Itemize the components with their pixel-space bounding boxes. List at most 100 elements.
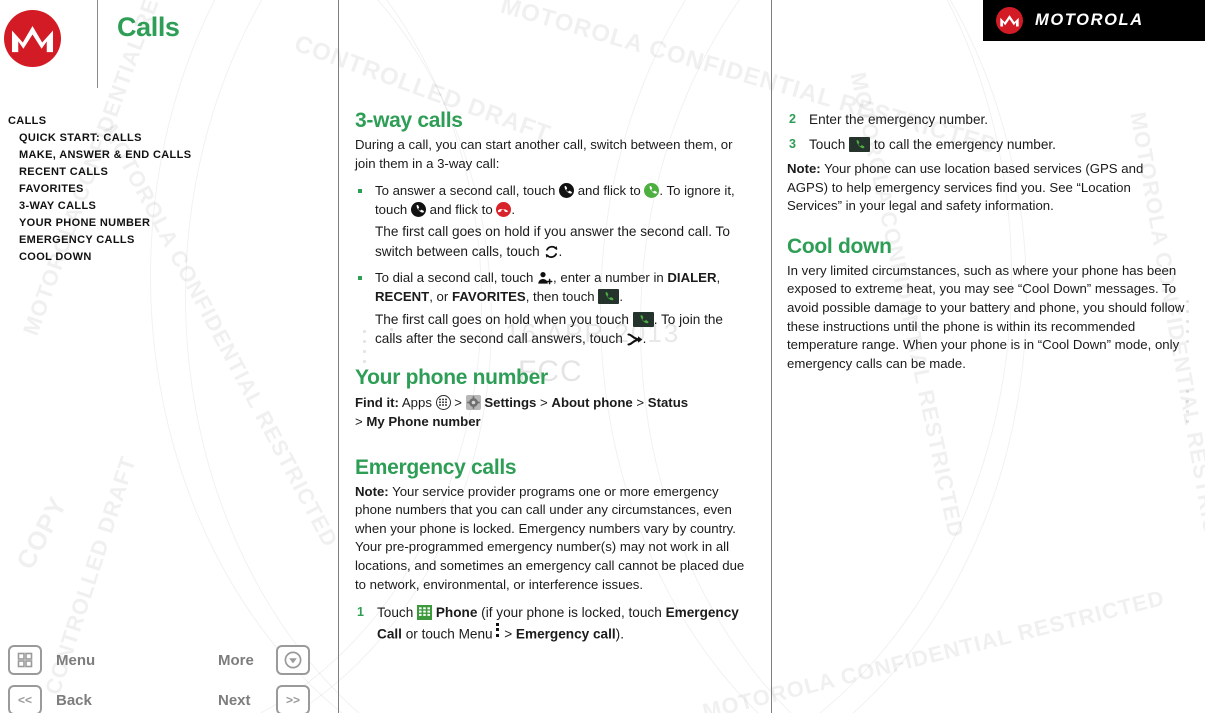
step1-part1: Touch <box>377 605 414 621</box>
step1-part2: (if your phone is locked, touch <box>481 605 662 621</box>
double-left-chevron-icon[interactable]: << <box>8 685 42 713</box>
step3-part1: Touch <box>809 136 846 152</box>
sidebar-item-3-way-calls[interactable]: 3-WAY CALLS <box>19 198 318 215</box>
manual-page: MOTOROLA CONFIDENTIAL RESTRICTED MOTOROL… <box>0 0 1205 713</box>
chevron-down-circle-icon[interactable] <box>276 645 310 675</box>
find-it-path: Find it: Apps > Settings > About phone >… <box>355 393 753 431</box>
list-item: 1 Touch Phone (if your phone is locked, … <box>355 603 753 644</box>
grid-icon[interactable] <box>8 645 42 675</box>
path-sep-3: > <box>636 394 645 410</box>
phone-app-label: Phone <box>435 605 478 621</box>
motorola-brand-bar: MOTOROLA <box>983 0 1205 41</box>
header-divider <box>97 0 98 88</box>
comma1: , <box>716 270 721 286</box>
step-number: 2 <box>789 112 796 126</box>
3-way-bullet-list: To answer a second call, touch and flick… <box>355 182 753 348</box>
table-of-contents[interactable]: CALLS QUICK START: CALLS MAKE, ANSWER & … <box>8 113 318 266</box>
or-text: , or <box>429 288 449 304</box>
watermark-text: COPY <box>10 491 73 575</box>
more-button-label[interactable]: More <box>218 652 254 669</box>
settings-label: Settings <box>484 394 537 410</box>
add-contact-icon <box>537 271 553 285</box>
answer-call-black-icon <box>559 183 575 199</box>
note-body: Your service provider programs one or mo… <box>355 483 745 592</box>
step1-part4: ). <box>615 626 624 642</box>
my-phone-number-label: My Phone number <box>366 413 481 429</box>
answer-call-black-icon-2 <box>410 201 426 217</box>
list-item: 2 Enter the emergency number. <box>787 110 1185 130</box>
section-heading-emergency-calls: Emergency calls <box>355 455 517 479</box>
accept-call-green-icon <box>644 183 660 199</box>
3-way-sub-text-2: The first call goes on hold when you tou… <box>355 310 753 349</box>
menu-button-label[interactable]: Menu <box>56 652 95 669</box>
green-phone-button-icon <box>598 288 620 304</box>
note-label: Note: <box>355 483 389 499</box>
3-way-intro-text: During a call, you can start another cal… <box>355 137 733 171</box>
note-body: Your phone can use location based servic… <box>787 161 1144 214</box>
note-label: Note: <box>787 161 821 176</box>
bullet1-part1: To answer a second call, touch <box>375 183 556 199</box>
sidebar-item-quick-start-calls[interactable]: QUICK START: CALLS <box>19 130 318 147</box>
green-phone-button-icon <box>849 136 871 152</box>
path-sep-2: > <box>540 394 548 410</box>
sub2-period: . <box>642 331 647 347</box>
sidebar-item-make-answer-end-calls[interactable]: MAKE, ANSWER & END CALLS <box>19 147 318 164</box>
status-label: Status <box>647 394 689 410</box>
about-phone-label: About phone <box>551 394 633 410</box>
sidebar-item-favorites[interactable]: FAVORITES <box>19 181 318 198</box>
sidebar-item-your-phone-number[interactable]: YOUR PHONE NUMBER <box>19 215 318 232</box>
section-heading-3-way-calls: 3-way calls <box>355 109 463 132</box>
section-heading-your-phone-number: Your phone number <box>355 365 548 389</box>
favorites-label: FAVORITES <box>451 288 526 304</box>
column-divider-right <box>771 0 772 713</box>
motorola-logo-icon <box>4 10 61 67</box>
next-button-label[interactable]: Next <box>218 692 251 709</box>
apps-grid-icon <box>435 394 451 410</box>
list-item: To dial a second call, touch , enter a n… <box>355 269 753 306</box>
section-heading-cool-down: Cool down <box>787 234 892 258</box>
cool-down-body: In very limited circumstances, such as w… <box>787 262 1185 371</box>
end-call-red-icon <box>496 201 512 217</box>
emergency-call-menu-label: Emergency call <box>515 626 616 642</box>
step3-part2: to call the emergency number. <box>873 136 1056 152</box>
back-glyph: << <box>17 693 32 707</box>
green-phone-button-icon-2 <box>632 311 654 327</box>
bullet1-part5: . <box>511 201 515 217</box>
sub1-period: . <box>558 243 563 259</box>
step-number: 1 <box>357 605 364 620</box>
bullet2-part2: , enter a number in <box>553 270 664 286</box>
sidebar-item-recent-calls[interactable]: RECENT CALLS <box>19 164 318 181</box>
sub2-text1: The first call goes on hold when you tou… <box>375 311 629 327</box>
merge-calls-icon <box>627 333 643 346</box>
path-sep-4: > <box>355 413 363 429</box>
motorola-m-logo-icon <box>996 7 1023 34</box>
emergency-steps-continued: 2 Enter the emergency number. 3 Touch to… <box>787 110 1185 154</box>
list-item: To answer a second call, touch and flick… <box>355 182 753 219</box>
emergency-note: Note: Your service provider programs one… <box>355 483 753 595</box>
column-divider-left <box>338 0 339 713</box>
bullet2-part4: . <box>619 288 623 304</box>
next-glyph: >> <box>285 693 300 707</box>
sidebar-item-cool-down[interactable]: COOL DOWN <box>19 249 318 266</box>
dialpad-icon <box>417 605 433 621</box>
sidebar-item-calls[interactable]: CALLS <box>8 113 318 130</box>
motorola-wordmark: MOTOROLA <box>1035 11 1144 29</box>
page-title: Calls <box>117 12 180 42</box>
sidebar-item-emergency-calls[interactable]: EMERGENCY CALLS <box>19 232 318 249</box>
bullet1-part2: and flick to <box>577 183 641 199</box>
emergency-steps: 1 Touch Phone (if your phone is locked, … <box>355 603 753 644</box>
bullet2-part3: , then touch <box>525 288 595 304</box>
bullet1-part4: and flick to <box>429 201 493 217</box>
right-content-column: 2 Enter the emergency number. 3 Touch to… <box>787 108 1185 382</box>
list-item: 3 Touch to call the emergency number. <box>787 135 1185 155</box>
back-button-label[interactable]: Back <box>56 692 92 709</box>
recent-label: RECENT <box>375 288 430 304</box>
nav-row-back-next: << Back Next >> <box>8 685 328 713</box>
dialer-label: DIALER <box>667 270 717 286</box>
step2-text: Enter the emergency number. <box>809 112 989 127</box>
apps-label: Apps <box>401 394 432 410</box>
double-right-chevron-icon[interactable]: >> <box>276 685 310 713</box>
3-way-sub-text-1: The first call goes on hold if you answe… <box>355 222 753 261</box>
main-content-column: 3-way calls During a call, you can start… <box>355 108 753 649</box>
gear-icon <box>465 394 481 410</box>
